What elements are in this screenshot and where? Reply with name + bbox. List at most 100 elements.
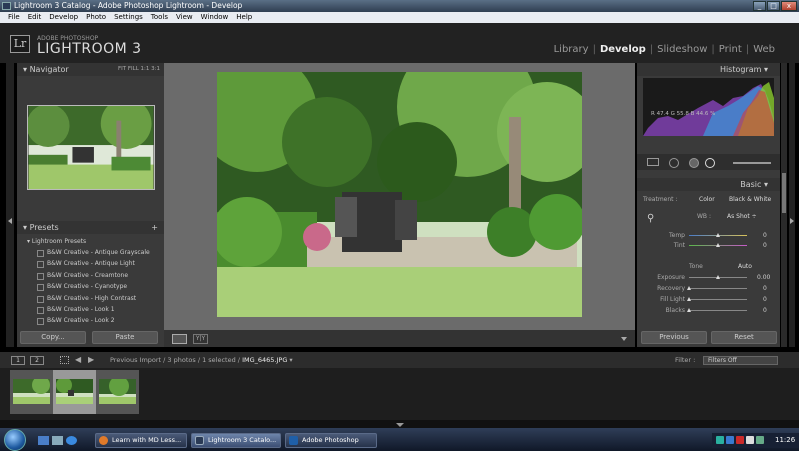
- taskbar-item-lightroom[interactable]: Lightroom 3 Catalo...: [191, 433, 281, 448]
- preset-item[interactable]: B&W Creative - High Contrast: [17, 293, 164, 304]
- navigator-header[interactable]: ▾ Navigator FIT FILL 1:1 3:1: [17, 63, 164, 76]
- histogram-readout: R 47.4 G 55.8 B 44.6 %: [651, 111, 716, 117]
- eyedropper-icon[interactable]: ⚲: [647, 213, 659, 227]
- source-breadcrumb[interactable]: Previous Import / 3 photos / 1 selected …: [110, 352, 293, 368]
- exposure-slider-row[interactable]: Exposure 0.00: [637, 273, 780, 282]
- module-slideshow[interactable]: Slideshow: [653, 44, 711, 55]
- right-panel-toggle[interactable]: [789, 63, 795, 347]
- preset-item[interactable]: B&W Creative - Cyanotype: [17, 281, 164, 292]
- recovery-slider-row[interactable]: Recovery 0: [637, 284, 780, 293]
- basic-header[interactable]: Basic ▾: [637, 178, 780, 191]
- preset-item[interactable]: B&W Creative - Antique Grayscale: [17, 247, 164, 258]
- maximize-button[interactable]: □: [767, 1, 780, 11]
- menu-file[interactable]: File: [4, 12, 24, 23]
- graduated-filter-icon[interactable]: [705, 158, 715, 168]
- red-eye-icon[interactable]: [689, 158, 699, 168]
- blacks-slider-knob[interactable]: [687, 308, 691, 312]
- auto-tone-button[interactable]: Auto: [738, 263, 752, 270]
- menu-photo[interactable]: Photo: [82, 12, 110, 23]
- show-desktop-icon[interactable]: [38, 436, 49, 445]
- filmstrip-thumbnail-selected[interactable]: [53, 370, 96, 414]
- menu-tools[interactable]: Tools: [147, 12, 172, 23]
- copy-button[interactable]: Copy...: [20, 331, 86, 344]
- temp-slider-knob[interactable]: [716, 233, 720, 237]
- menu-settings[interactable]: Settings: [110, 12, 147, 23]
- right-panel-scrollbar[interactable]: [781, 63, 787, 347]
- fill-light-slider-row[interactable]: Fill Light 0: [637, 295, 780, 304]
- loupe-view-button[interactable]: [172, 334, 187, 344]
- treatment-bw-option[interactable]: Black & White: [729, 194, 771, 206]
- primary-window-button[interactable]: 1: [11, 356, 25, 365]
- module-web[interactable]: Web: [749, 44, 779, 55]
- tint-slider-knob[interactable]: [716, 243, 720, 247]
- histogram-header[interactable]: Histogram ▾: [637, 63, 780, 76]
- minimize-button[interactable]: _: [753, 1, 766, 11]
- tray-status-icon[interactable]: [726, 436, 734, 444]
- treatment-color-option[interactable]: Color: [699, 194, 715, 206]
- recovery-slider-knob[interactable]: [687, 286, 691, 290]
- recovery-label: Recovery: [657, 285, 685, 292]
- fill-light-slider-knob[interactable]: [687, 297, 691, 301]
- taskbar-item-photoshop[interactable]: Adobe Photoshop: [285, 433, 377, 448]
- menu-window[interactable]: Window: [197, 12, 233, 23]
- photoshop-icon: [289, 436, 298, 445]
- reset-button[interactable]: Reset: [711, 331, 777, 344]
- add-preset-icon[interactable]: +: [151, 221, 158, 234]
- adjustment-brush-icon[interactable]: [733, 162, 771, 164]
- preset-item[interactable]: B&W Creative - Look 1: [17, 304, 164, 315]
- module-print[interactable]: Print: [715, 44, 746, 55]
- filmstrip-thumbnail[interactable]: [10, 370, 53, 414]
- wb-select[interactable]: As Shot ÷: [727, 213, 757, 220]
- scrollbar-thumb[interactable]: [782, 173, 786, 213]
- left-panel-toggle[interactable]: [6, 63, 14, 347]
- switch-windows-icon[interactable]: [52, 436, 63, 445]
- spot-removal-icon[interactable]: [669, 158, 679, 168]
- navigator-zoom-options[interactable]: FIT FILL 1:1 3:1: [118, 63, 160, 76]
- blacks-track[interactable]: [689, 310, 747, 311]
- taskbar-item-browser[interactable]: Learn with MD Less...: [95, 433, 187, 448]
- tray-network-icon[interactable]: [716, 436, 724, 444]
- basic-title: Basic: [740, 180, 762, 189]
- main-photo[interactable]: [217, 72, 582, 317]
- window-title: Lightroom 3 Catalog - Adobe Photoshop Li…: [14, 1, 243, 10]
- filmstrip: [0, 368, 799, 420]
- crop-tool-icon[interactable]: [647, 158, 659, 166]
- preset-item[interactable]: B&W Creative - Antique Light: [17, 258, 164, 269]
- filter-dropdown[interactable]: Filters Off: [703, 356, 778, 365]
- menu-edit[interactable]: Edit: [24, 12, 46, 23]
- show-filmstrip-arrow-icon[interactable]: [396, 423, 404, 427]
- start-button[interactable]: [4, 429, 26, 451]
- back-arrow-icon[interactable]: ◀: [75, 356, 81, 364]
- toolbar-menu-icon[interactable]: [621, 337, 627, 341]
- secondary-window-button[interactable]: 2: [30, 356, 44, 365]
- close-button[interactable]: x: [781, 1, 797, 11]
- exposure-slider-knob[interactable]: [716, 275, 720, 279]
- preset-item[interactable]: B&W Creative - Look 2: [17, 315, 164, 326]
- browser-quicklaunch-icon[interactable]: [66, 436, 77, 445]
- fill-light-track[interactable]: [689, 299, 747, 300]
- tint-slider-row[interactable]: Tint 0: [637, 241, 780, 250]
- grid-view-icon[interactable]: [60, 356, 69, 364]
- preset-folder[interactable]: ▾ Lightroom Presets: [17, 236, 164, 247]
- before-after-button[interactable]: Y|Y: [193, 334, 208, 344]
- paste-button[interactable]: Paste: [92, 331, 158, 344]
- tray-alert-icon[interactable]: [736, 436, 744, 444]
- navigator-preview[interactable]: [27, 105, 155, 190]
- temp-slider-row[interactable]: Temp 0: [637, 231, 780, 240]
- presets-header[interactable]: ▾ Presets +: [17, 221, 164, 234]
- filmstrip-thumbnail[interactable]: [96, 370, 139, 414]
- blacks-slider-row[interactable]: Blacks 0: [637, 306, 780, 315]
- forward-arrow-icon[interactable]: ▶: [88, 356, 94, 364]
- module-develop[interactable]: Develop: [596, 44, 650, 55]
- recovery-track[interactable]: [689, 288, 747, 289]
- menu-develop[interactable]: Develop: [45, 12, 82, 23]
- taskbar-clock[interactable]: 11:26: [775, 433, 795, 448]
- wb-label: WB :: [697, 213, 711, 220]
- preset-item[interactable]: B&W Creative - Creamtone: [17, 270, 164, 281]
- menu-view[interactable]: View: [172, 12, 197, 23]
- tray-app-icon[interactable]: [756, 436, 764, 444]
- module-library[interactable]: Library: [550, 44, 593, 55]
- tray-volume-icon[interactable]: [746, 436, 754, 444]
- menu-help[interactable]: Help: [232, 12, 256, 23]
- previous-button[interactable]: Previous: [641, 331, 707, 344]
